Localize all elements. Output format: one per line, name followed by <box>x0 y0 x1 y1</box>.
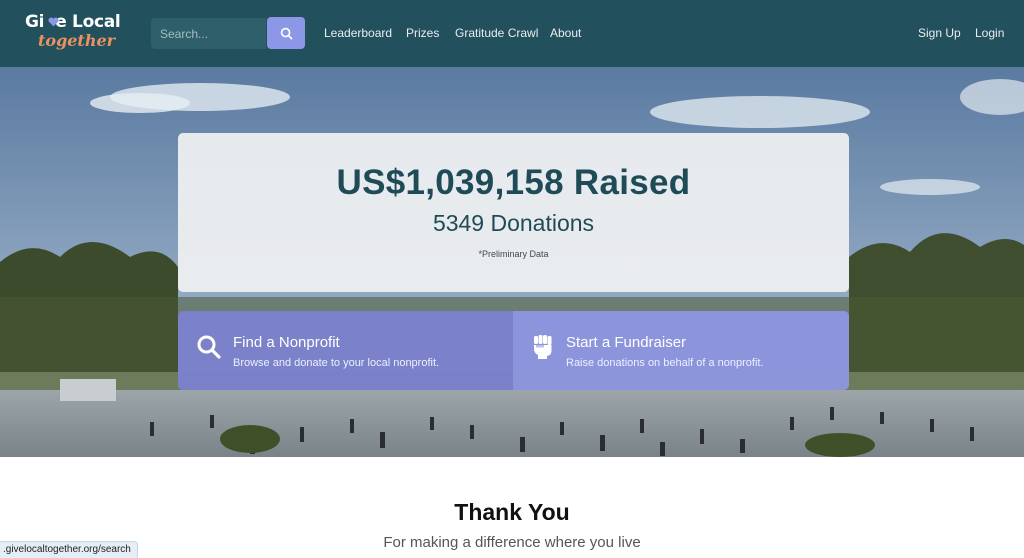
search-icon <box>197 335 221 359</box>
sign-up-link[interactable]: Sign Up <box>918 26 961 40</box>
preliminary-data-note: *Preliminary Data <box>478 249 549 259</box>
fundraising-stats-card: US$1,039,158 Raised 5349 Donations *Prel… <box>178 133 849 292</box>
heart-icon <box>48 17 59 27</box>
start-fundraiser-button[interactable]: Start a Fundraiser Raise donations on be… <box>513 311 849 390</box>
top-navbar: Gie Local together Leaderboard Prizes Gr… <box>0 0 1024 67</box>
find-nonprofit-title: Find a Nonprofit <box>233 334 340 351</box>
nav-link-prizes[interactable]: Prizes <box>406 26 439 40</box>
nav-link-about[interactable]: About <box>550 26 581 40</box>
hero-section: US$1,039,158 Raised 5349 Donations *Prel… <box>0 67 1024 457</box>
status-bar-url: .givelocaltogether.org/search <box>0 541 138 558</box>
thank-you-heading: Thank You <box>454 499 570 525</box>
give-local-together-logo[interactable]: Gi e Local together <box>25 12 125 54</box>
nav-link-gratitude-crawl[interactable]: Gratitude Crawl <box>455 26 538 40</box>
raised-fist-icon <box>534 335 552 359</box>
start-fundraiser-title: Start a Fundraiser <box>566 334 687 351</box>
logo-wordmark-top: Gi e Local <box>25 12 121 32</box>
nav-link-leaderboard[interactable]: Leaderboard <box>324 26 392 40</box>
logo-wordmark-bottom: together <box>38 31 116 50</box>
total-raised: US$1,039,158 Raised <box>336 163 691 202</box>
donation-count: 5349 Donations <box>432 210 595 236</box>
search-icon <box>280 27 292 39</box>
search-button[interactable] <box>267 17 305 49</box>
thank-you-subtitle: For making a difference where you live <box>383 534 641 551</box>
find-nonprofit-button[interactable]: Find a Nonprofit Browse and donate to yo… <box>178 311 513 390</box>
search-input[interactable] <box>151 18 266 49</box>
login-link[interactable]: Login <box>975 26 1004 40</box>
start-fundraiser-description: Raise donations on behalf of a nonprofit… <box>566 357 764 369</box>
find-nonprofit-description: Browse and donate to your local nonprofi… <box>233 357 440 369</box>
